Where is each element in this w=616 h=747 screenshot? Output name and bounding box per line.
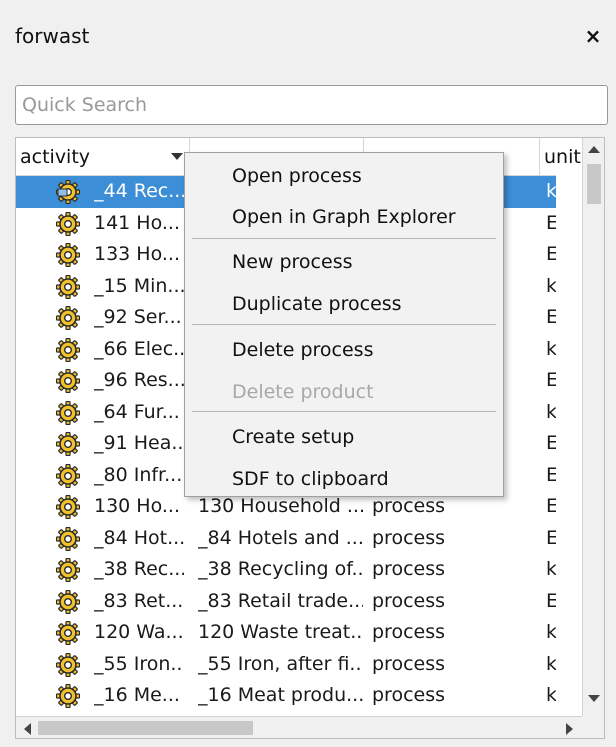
menu-item-create-setup[interactable]: Create setup [185,417,503,457]
scroll-right-icon[interactable] [566,723,573,735]
cell-unit: kilow [546,337,556,360]
table-row[interactable]: _83 Ret... _83 Retail trade... process EUR [16,586,556,618]
cell-type: process [372,621,446,643]
cell-unit: kilog [546,180,556,202]
cell-activity: _96 Res... [94,369,184,391]
cell-type: process [372,684,446,706]
table-row[interactable]: _55 Iron... _55 Iron, after fi... process k… [16,649,556,681]
cell-activity: _38 Rec... [94,558,184,580]
cell-product: _84 Hotels and ... [198,526,363,549]
cell-activity: 130 Ho... [94,495,181,517]
table-row[interactable]: 120 Wa... 120 Waste treat... process kilog [16,617,556,649]
gear-icon [55,683,81,709]
cell-unit: kilog [546,274,556,297]
cell-product: _55 Iron, after fi... [198,652,363,675]
vertical-scroll-thumb[interactable] [587,164,601,204]
context-menu: Open process Open in Graph Explorer New … [184,152,504,497]
cell-unit: EUR [546,428,556,460]
gear-icon [55,242,81,268]
cell-product: _16 Meat produ... [198,684,363,706]
menu-item-sdf-to-clipboard[interactable]: SDF to clipboard [185,459,503,499]
cell-activity: _92 Ser... [94,306,182,328]
menu-separator [192,411,496,412]
cell-unit: kilog [546,400,556,423]
cell-activity: _44 Rec... [94,180,184,202]
table-row[interactable]: _84 Hot... _84 Hotels and ... process EUR [16,523,556,555]
cell-unit: EUR [546,365,556,397]
sort-descending-icon [171,153,183,160]
column-header-label: unit [544,146,581,168]
gear-icon [55,494,81,520]
cell-product: _83 Retail trade... [198,589,363,612]
menu-item-new-process[interactable]: New process [185,242,503,282]
cell-type: process [372,526,446,549]
cell-activity: _16 Me... [94,684,180,706]
menu-separator [192,324,496,325]
cell-activity: _91 Hea... [94,432,184,454]
menu-item-open-process[interactable]: Open process [185,156,503,196]
cell-unit: EUR [546,239,556,271]
cell-type: process [372,589,446,612]
cell-activity: _15 Min... [94,274,184,297]
cell-unit: EUR [546,208,556,240]
menu-item-open-in-graph-explorer[interactable]: Open in Graph Explorer [185,197,503,237]
gear-stack-icon [55,179,81,205]
gear-icon [55,305,81,331]
cell-unit: kilog [546,621,556,643]
cell-type: process [372,652,446,675]
gear-icon [55,589,81,614]
cell-activity: 141 Ho... [94,211,181,234]
cell-activity: _84 Hot... [94,526,184,549]
menu-separator [192,238,496,239]
vertical-scrollbar[interactable] [582,138,604,718]
scrollbar-corner [582,716,604,738]
column-header-label: activity [20,146,91,168]
cell-activity: _80 Infr... [94,463,183,486]
menu-item-delete-product: Delete product [232,381,374,403]
cell-unit: EUR [546,523,556,555]
gear-icon [55,620,81,646]
cell-activity: _83 Ret... [94,589,184,612]
cell-unit: EUR [546,491,556,523]
scroll-down-icon[interactable] [588,695,600,702]
panel-title: forwast [15,24,90,48]
table-row[interactable]: _38 Rec... _38 Recycling of... process kilo… [16,554,556,586]
gear-icon [55,526,81,551]
gear-icon [55,211,81,236]
cell-unit: kilog [546,652,556,675]
cell-product: 120 Waste treat... [198,621,363,643]
menu-item-delete-process[interactable]: Delete process [185,330,503,370]
scroll-left-icon[interactable] [24,723,31,735]
cell-unit: kilog [546,558,556,580]
cell-activity: _55 Iron... [94,652,184,675]
close-icon[interactable]: × [582,25,604,47]
horizontal-scroll-thumb[interactable] [38,721,253,735]
gear-icon [55,652,81,677]
column-header-activity[interactable]: activity [16,138,190,176]
cell-activity: _64 Fur... [94,400,180,423]
cell-unit: kilog [546,684,556,706]
cell-type: process [372,558,446,580]
gear-icon [55,368,81,394]
cell-unit: EUR [546,586,556,618]
cell-product: _38 Recycling of... [198,558,363,580]
gear-icon [55,557,81,583]
cell-activity: 133 Ho... [94,243,181,265]
horizontal-scrollbar[interactable] [16,716,582,738]
quick-search-input[interactable] [15,85,608,125]
gear-icon [55,431,81,457]
gear-icon [55,400,81,425]
gear-icon [55,463,81,488]
gear-icon [55,274,81,299]
menu-item-duplicate-process[interactable]: Duplicate process [185,284,503,324]
cell-unit: EUR [546,460,556,492]
cell-activity: _66 Elec... [94,337,184,360]
scroll-up-icon[interactable] [588,146,600,153]
table-row[interactable]: _16 Me... _16 Meat produ... process kilog [16,680,556,712]
cell-unit: EUR [546,302,556,334]
gear-icon [55,337,81,362]
cell-activity: 120 Wa... [94,621,184,643]
